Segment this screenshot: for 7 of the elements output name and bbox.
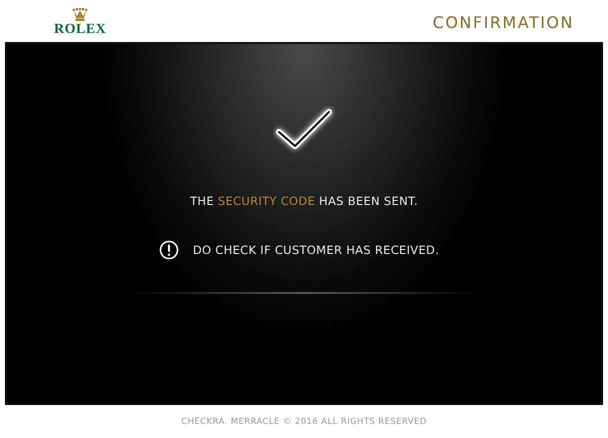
copyright-text: CHECKRA. MERRACLE © 2016 ALL RIGHTS RESERVED	[181, 416, 427, 426]
notice-text: DO CHECK IF CUSTOMER HAS RECEIVED.	[192, 243, 440, 257]
confirmation-message: THE SECURITY CODE HAS BEEN SENT.	[190, 194, 418, 208]
alert-icon	[158, 240, 179, 260]
page-title: CONFIRMATION	[432, 12, 574, 32]
crown-icon	[72, 8, 88, 22]
brand-logo: ROLEX	[54, 22, 106, 36]
